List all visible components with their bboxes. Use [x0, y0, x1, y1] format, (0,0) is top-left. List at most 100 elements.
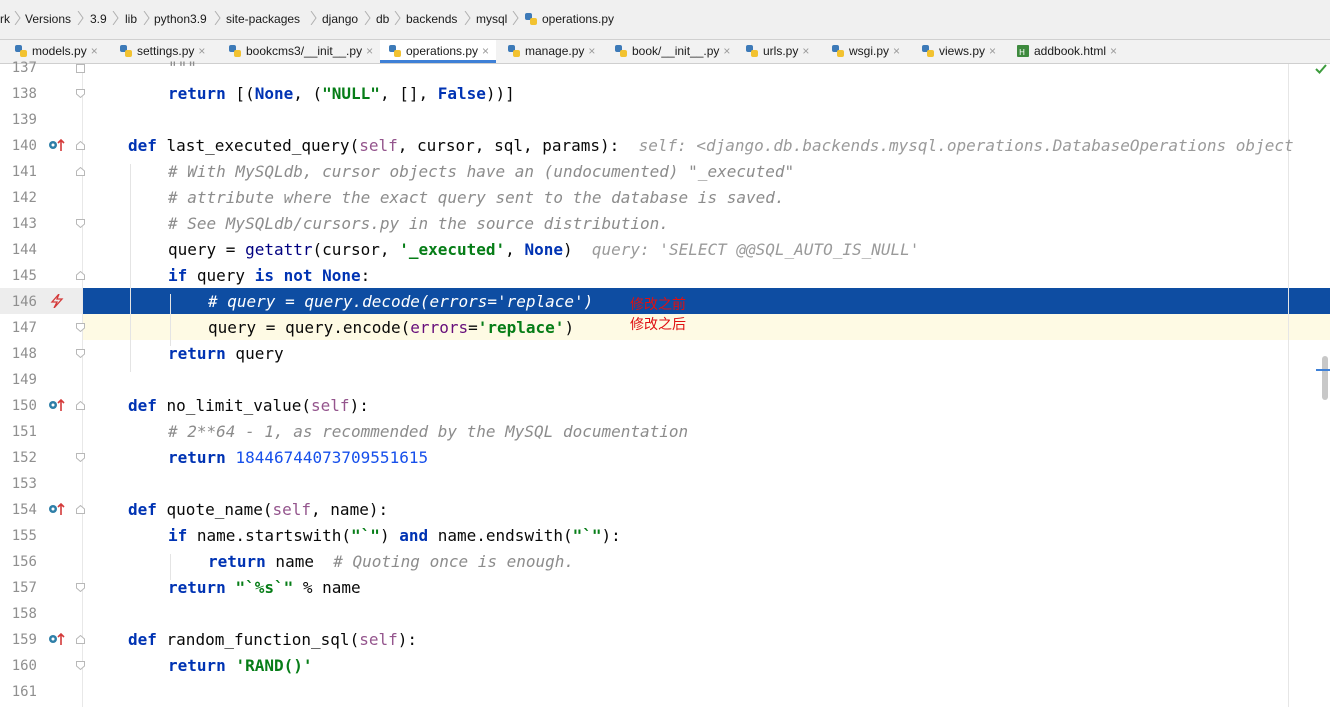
code-line: if query is not None:	[168, 266, 371, 285]
fold-marker-icon[interactable]	[76, 349, 85, 358]
breadcrumb-item[interactable]: 3.9	[90, 12, 107, 26]
vertical-scrollbar-thumb[interactable]	[1322, 356, 1328, 400]
code-line: """	[168, 58, 197, 77]
tab-label: settings.py	[137, 44, 195, 58]
python-file-icon	[615, 45, 627, 57]
tab-book-init[interactable]: book/__init__.py ×	[614, 40, 730, 63]
line-number: 150	[11, 398, 37, 414]
close-icon[interactable]: ×	[802, 44, 809, 58]
breadcrumb-separator-icon	[464, 11, 471, 25]
close-icon[interactable]: ×	[1110, 44, 1117, 58]
inline-debug-value: query: 'SELECT @@SQL_AUTO_IS_NULL'	[591, 240, 920, 259]
python-file-icon	[15, 45, 27, 57]
close-icon[interactable]: ×	[91, 44, 98, 58]
fold-marker-icon[interactable]	[76, 583, 85, 592]
python-file-icon	[922, 45, 934, 57]
breadcrumb-item[interactable]: rk	[0, 12, 10, 26]
line-number: 146	[11, 294, 37, 310]
inline-debug-value: self: <django.db.backends.mysql.operatio…	[638, 136, 1294, 155]
breadcrumb-item[interactable]: lib	[125, 12, 137, 26]
tab-operations[interactable]: operations.py ×	[380, 40, 496, 63]
line-number: 145	[11, 268, 37, 284]
code-line-selected: # query = query.decode(errors='replace')	[208, 292, 594, 311]
close-icon[interactable]: ×	[198, 44, 205, 58]
tab-label: urls.py	[763, 44, 799, 58]
tab-urls[interactable]: urls.py ×	[745, 40, 809, 63]
tab-label: views.py	[939, 44, 986, 58]
close-icon[interactable]: ×	[366, 44, 373, 58]
line-number: 160	[11, 658, 37, 674]
breadcrumb-item[interactable]: backends	[406, 12, 457, 26]
fold-marker-icon[interactable]	[76, 64, 85, 73]
breadcrumb-separator-icon	[364, 11, 371, 25]
breadcrumb-item[interactable]: site-packages	[226, 12, 300, 26]
line-number: 144	[11, 242, 37, 258]
tab-label: addbook.html	[1034, 44, 1107, 58]
indent-guide	[170, 294, 171, 346]
line-number: 137	[11, 60, 37, 76]
override-method-icon[interactable]	[48, 138, 66, 152]
fold-marker-icon[interactable]	[76, 323, 85, 332]
inspection-ok-check-icon[interactable]	[1314, 62, 1328, 76]
close-icon[interactable]: ×	[588, 44, 595, 58]
annotation-after: 修改之后	[630, 316, 686, 332]
breadcrumb-item[interactable]: python3.9	[154, 12, 207, 26]
close-icon[interactable]: ×	[482, 44, 489, 58]
override-method-icon[interactable]	[48, 632, 66, 646]
fold-marker-icon[interactable]	[76, 167, 85, 176]
fold-marker-icon[interactable]	[76, 453, 85, 462]
tab-manage[interactable]: manage.py ×	[507, 40, 595, 63]
right-margin-guide	[1288, 64, 1289, 707]
indent-guide	[170, 554, 171, 580]
breadcrumb-current-file[interactable]: operations.py	[524, 12, 614, 26]
indent-guide	[130, 164, 131, 372]
breadcrumb-item[interactable]: db	[376, 12, 389, 26]
code-line: return 18446744073709551615	[168, 448, 429, 467]
fold-marker-icon[interactable]	[76, 505, 85, 514]
fold-marker-icon[interactable]	[76, 271, 85, 280]
code-line: if name.startswith("`") and name.endswit…	[168, 526, 621, 545]
line-number: 153	[11, 476, 37, 492]
code-line: # 2**64 - 1, as recommended by the MySQL…	[168, 422, 689, 441]
breadcrumb-item[interactable]: mysql	[476, 12, 507, 26]
fold-marker-icon[interactable]	[76, 89, 85, 98]
breadcrumb-separator-icon	[394, 11, 401, 25]
override-method-icon[interactable]	[48, 502, 66, 516]
close-icon[interactable]: ×	[723, 44, 730, 58]
breakpoint-lightning-icon[interactable]	[48, 294, 66, 308]
tab-wsgi[interactable]: wsgi.py ×	[831, 40, 900, 63]
fold-marker-icon[interactable]	[76, 141, 85, 150]
tab-bookcms3-init[interactable]: bookcms3/__init__.py ×	[228, 40, 373, 63]
python-file-icon	[746, 45, 758, 57]
code-line: def random_function_sql(self):	[128, 630, 417, 649]
tab-addbook-html[interactable]: Haddbook.html ×	[1016, 40, 1117, 63]
code-line: query = getattr(cursor, '_executed', Non…	[168, 240, 920, 259]
python-file-icon	[120, 45, 132, 57]
line-number: 156	[11, 554, 37, 570]
tab-label: book/__init__.py	[632, 44, 720, 58]
close-icon[interactable]: ×	[989, 44, 996, 58]
fold-marker-icon[interactable]	[76, 635, 85, 644]
code-line: return [(None, ("NULL", [], False))]	[168, 84, 515, 103]
python-file-icon	[229, 45, 241, 57]
fold-marker-icon[interactable]	[76, 401, 85, 410]
fold-marker-icon[interactable]	[76, 661, 85, 670]
breadcrumb-item[interactable]: Versions	[25, 12, 71, 26]
line-number: 140	[11, 138, 37, 154]
breadcrumb-separator-icon	[512, 11, 519, 25]
breadcrumb: rk Versions 3.9 lib python3.9 site-packa…	[0, 0, 1330, 40]
scrollbar-caret-marker	[1316, 369, 1330, 371]
tab-views[interactable]: views.py ×	[921, 40, 996, 63]
close-icon[interactable]: ×	[893, 44, 900, 58]
override-method-icon[interactable]	[48, 398, 66, 412]
tab-label: models.py	[32, 44, 87, 58]
breadcrumb-item[interactable]: django	[322, 12, 358, 26]
line-number: 147	[11, 320, 37, 336]
line-number: 158	[11, 606, 37, 622]
line-number: 152	[11, 450, 37, 466]
code-line: def quote_name(self, name):	[128, 500, 389, 519]
code-line: # See MySQLdb/cursors.py in the source d…	[168, 214, 669, 233]
line-number: 161	[11, 684, 37, 700]
fold-marker-icon[interactable]	[76, 219, 85, 228]
line-number: 154	[11, 502, 37, 518]
